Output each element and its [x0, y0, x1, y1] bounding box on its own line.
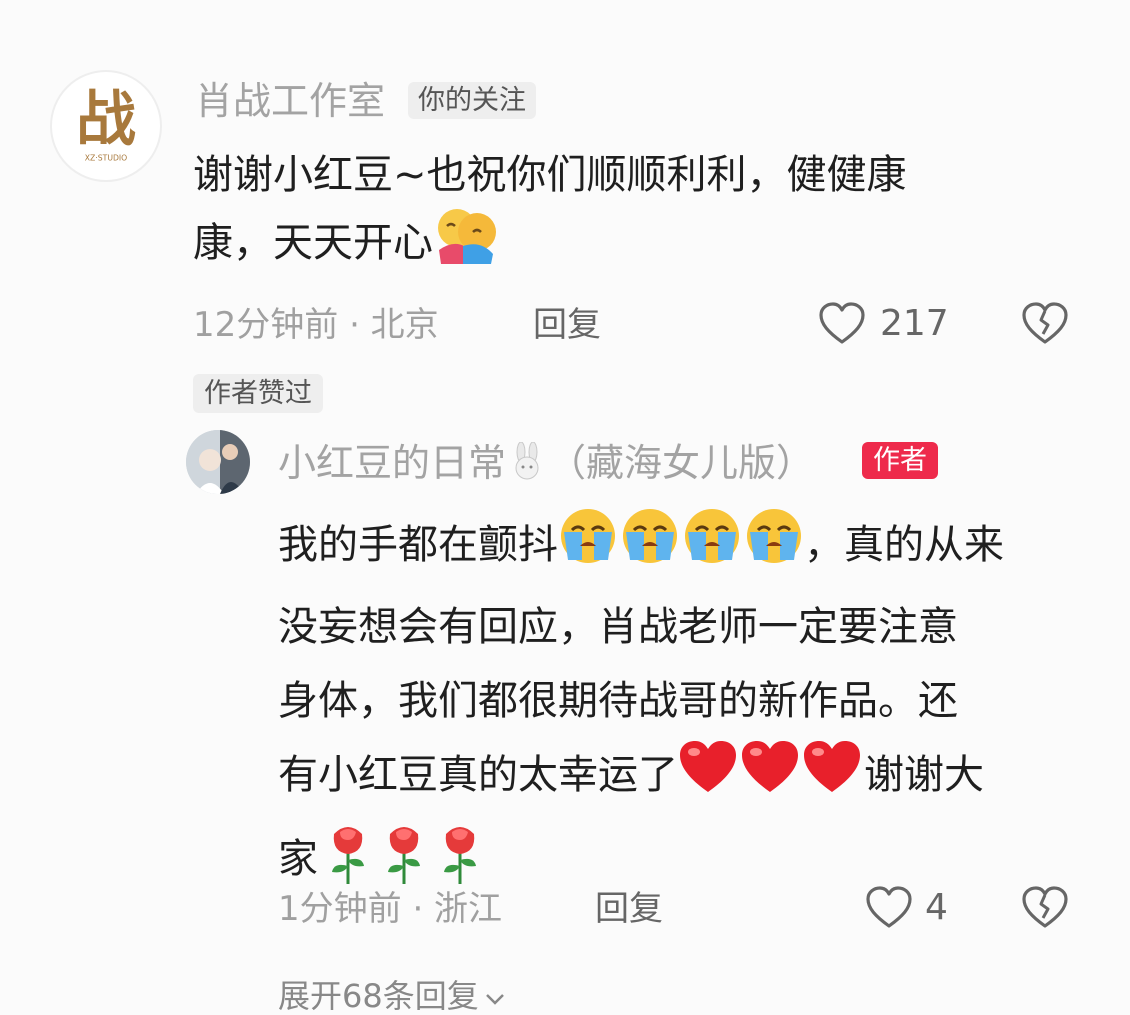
reply-author-name: 小红豆的日常: [278, 441, 507, 485]
broken-heart-icon[interactable]: [1021, 302, 1069, 346]
reply-author-suffix: （藏海女儿版）: [548, 441, 815, 485]
rabbit-emoji: [510, 441, 544, 486]
red-heart-emoji: [678, 738, 864, 820]
reply-button[interactable]: 回复: [533, 308, 601, 342]
avatar-glyph: 战: [76, 85, 136, 155]
reply-text: 我的手都在颤抖 ，真的从来 没妄想会有回应，肖战老师一定要注意 身体，我们都很期…: [278, 506, 1098, 910]
reply-line-4a: 有小红豆真的太幸运了: [278, 752, 678, 798]
like-count: 217: [880, 303, 949, 344]
reply-meta: 1分钟前 · 浙江: [278, 889, 503, 929]
reply-line-5: 家: [278, 836, 318, 882]
reply-avatar[interactable]: [186, 430, 250, 494]
broken-heart-icon[interactable]: [1021, 886, 1069, 930]
comment-line-1: 谢谢小红豆~也祝你们顺顺利利，健健康: [193, 152, 907, 198]
expand-replies-button[interactable]: 展开68条回复: [278, 978, 505, 1012]
reply-line-1a: 我的手都在颤抖: [278, 522, 558, 568]
author-tag: 作者: [862, 442, 938, 479]
avatar-sub: XZ·STUDIO: [85, 154, 128, 163]
reply-line-2: 没妄想会有回应，肖战老师一定要注意: [278, 604, 958, 650]
follow-tag: 你的关注: [408, 82, 536, 119]
reply-author[interactable]: 小红豆的日常 （藏海女儿版）: [278, 441, 815, 486]
chevron-down-icon: [485, 978, 505, 1010]
author-liked-tag: 作者赞过: [193, 374, 323, 413]
reply-line-3: 身体，我们都很期待战哥的新作品。还: [278, 678, 958, 724]
reply-line-1b: ，真的从来: [804, 522, 1004, 568]
comment-meta: 12分钟前 · 北京: [193, 305, 439, 345]
hug-emoji: [433, 206, 499, 282]
expand-replies-label: 展开68条回复: [278, 977, 479, 1015]
reply-like-count: 4: [925, 887, 948, 928]
heart-outline-icon[interactable]: [865, 886, 913, 930]
reply-reply-button[interactable]: 回复: [595, 892, 663, 926]
crying-emoji: [558, 506, 804, 590]
heart-outline-icon[interactable]: [818, 302, 866, 346]
reply-line-4b: 谢谢大: [864, 752, 984, 798]
studio-avatar[interactable]: 战 XZ·STUDIO: [50, 70, 162, 182]
comment-line-2: 康，天天开心: [193, 220, 433, 266]
comment-author[interactable]: 肖战工作室: [195, 82, 385, 120]
comment-text: 谢谢小红豆~也祝你们顺顺利利，健健康 康，天天开心: [193, 144, 1073, 282]
